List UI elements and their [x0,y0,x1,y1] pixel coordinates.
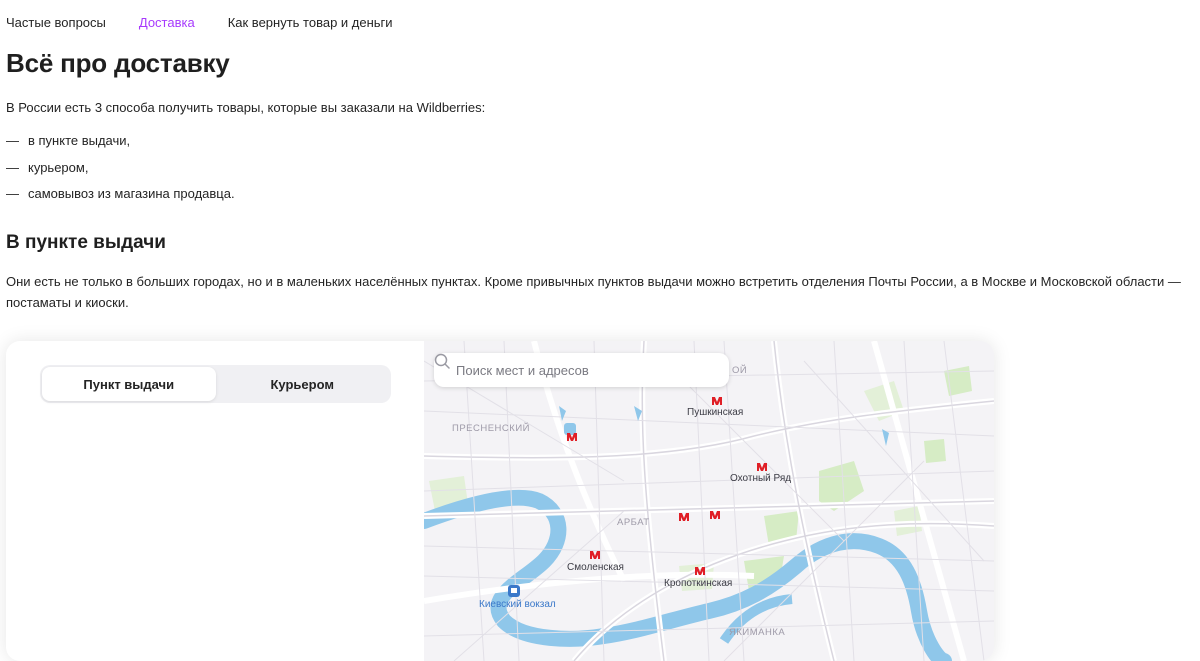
intro-text: В России есть 3 способа получить товары,… [6,100,486,115]
delivery-mode-toggle: Пункт выдачи Курьером [40,365,391,403]
list-dash: — [6,133,19,148]
section-text: Они есть не только в больших городах, но… [6,274,1181,310]
station-smolenskaya[interactable]: Смоленская [567,562,624,573]
station-kievsky-vokzal[interactable]: Киевский вокзал [479,599,556,610]
nav-delivery[interactable]: Доставка [139,14,195,34]
district-yakimanka: ЯКИМАНКА [729,627,786,638]
station-kropotkinskaya[interactable]: Кропоткинская [664,578,732,589]
page-title: Всё про доставку [6,48,230,78]
list-item-text: самовывоз из магазина продавца. [28,186,235,201]
list-item: — курьером, [6,159,235,186]
list-dash: — [6,159,19,175]
station-pushkinskaya[interactable]: Пушкинская [687,407,743,418]
list-item-text: в пункте выдачи, [28,133,131,148]
section-title: В пункте выдачи [6,232,166,253]
delivery-widget: Пункт выдачи Курьером ПРЕСНЕНСКИЙ АРБАТ … [6,341,994,661]
nav-faq[interactable]: Частые вопросы [6,14,106,34]
list-item: — в пункте выдачи, [6,132,235,159]
map-canvas [424,341,994,661]
station-okhotny-ryad[interactable]: Охотный Ряд [730,473,791,484]
district-partial: ОЙ [732,365,748,376]
tab-courier[interactable]: Курьером [216,367,390,401]
map-search [434,353,729,387]
tab-pickup-point[interactable]: Пункт выдачи [42,367,216,401]
map-search-input[interactable] [454,361,698,379]
top-navigation: Частые вопросы Доставка Как вернуть това… [6,14,426,34]
map-view[interactable]: ПРЕСНЕНСКИЙ АРБАТ ЯКИМАНКА ОЙ Пушкинская… [424,341,994,661]
delivery-ways-list: — в пункте выдачи, — курьером, — самовывоз … [6,132,235,212]
district-arbat: АРБАТ [617,517,650,528]
list-dash: — [6,186,19,201]
list-item: — самовывоз из магазина продавца. [6,185,235,212]
list-item-text: курьером, [28,159,89,175]
search-icon [434,353,450,369]
nav-returns[interactable]: Как вернуть товар и деньги [228,14,393,34]
district-presnensky: ПРЕСНЕНСКИЙ [452,423,530,434]
